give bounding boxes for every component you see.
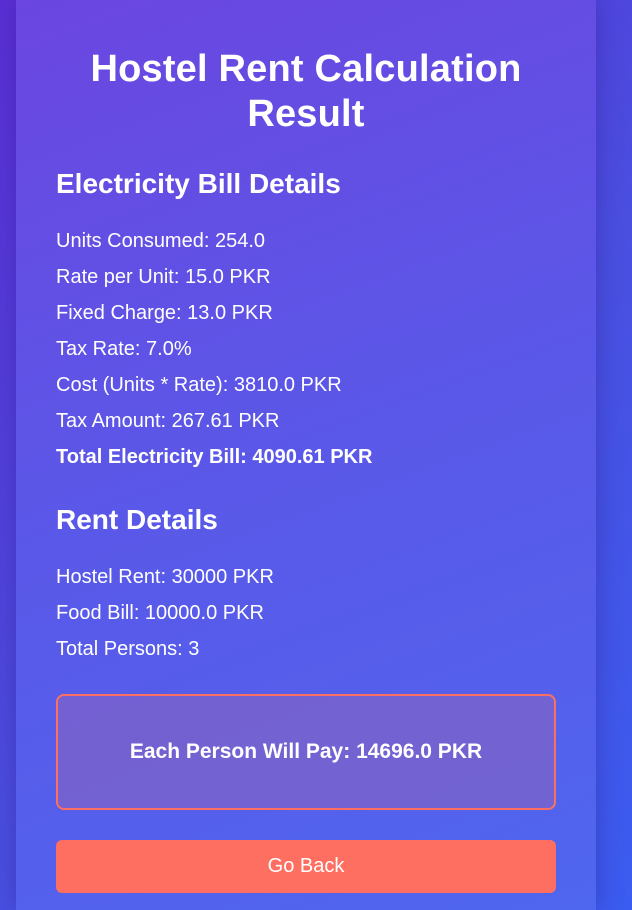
- page-title: Hostel Rent Calculation Result: [90, 48, 522, 135]
- total-electricity-bill: Total Electricity Bill: 4090.61 PKR: [56, 446, 373, 468]
- food-bill: Food Bill: 10000.0 PKR: [56, 602, 264, 624]
- go-back-button[interactable]: Go Back: [56, 840, 556, 893]
- total-persons: Total Persons: 3: [56, 638, 200, 660]
- units-consumed: Units Consumed: 254.0: [56, 230, 266, 252]
- result-card: Hostel Rent Calculation Result Electrici…: [16, 0, 596, 910]
- electricity-details-list: Units Consumed: 254.0 Rate per Unit: 15.…: [56, 223, 556, 475]
- units-cost: Cost (Units * Rate): 3810.0 PKR: [56, 374, 342, 396]
- per-person-result-box: Each Person Will Pay: 14696.0 PKR: [56, 694, 556, 810]
- tax-amount: Tax Amount: 267.61 PKR: [56, 410, 280, 432]
- hostel-rent: Hostel Rent: 30000 PKR: [56, 566, 274, 588]
- rent-details-list: Hostel Rent: 30000 PKR Food Bill: 10000.…: [56, 559, 556, 667]
- rate-per-unit: Rate per Unit: 15.0 PKR: [56, 266, 271, 288]
- per-person-amount: Each Person Will Pay: 14696.0 PKR: [129, 740, 483, 763]
- fixed-charge: Fixed Charge: 13.0 PKR: [56, 302, 273, 324]
- rent-heading: Rent Details: [56, 504, 218, 535]
- tax-rate: Tax Rate: 7.0%: [56, 338, 192, 360]
- electricity-heading: Electricity Bill Details: [56, 168, 341, 199]
